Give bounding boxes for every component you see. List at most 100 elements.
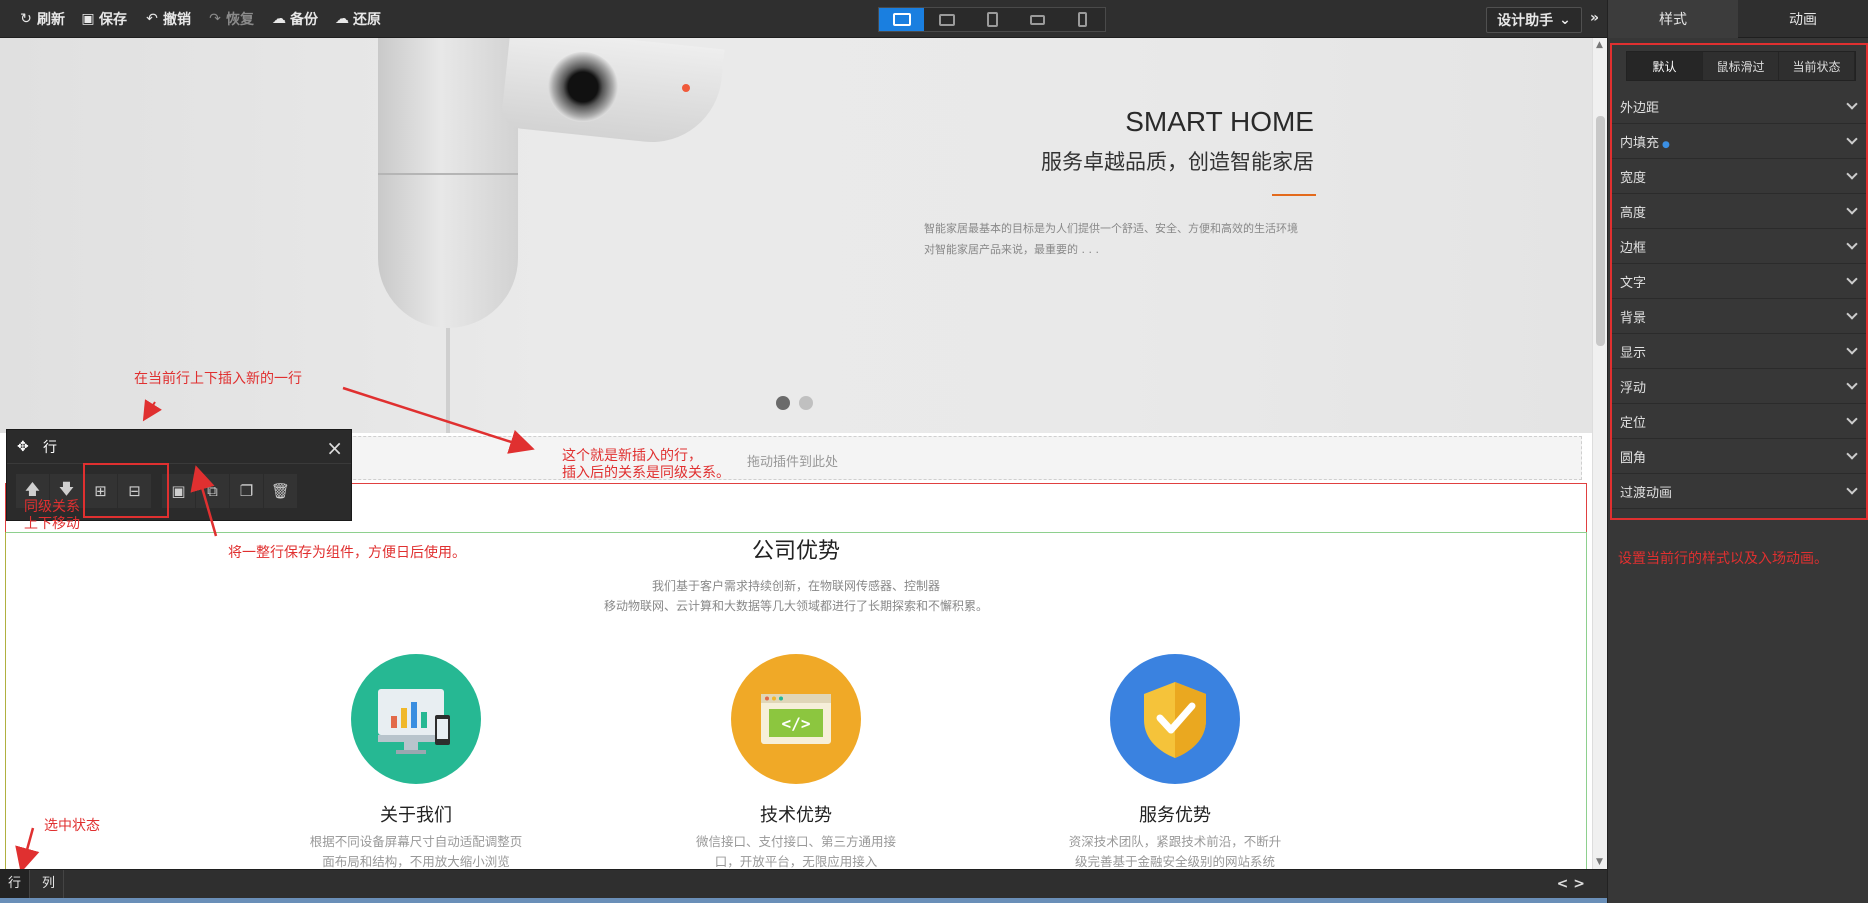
prop-position[interactable]: 定位 bbox=[1612, 404, 1866, 439]
chevron-down-icon bbox=[1846, 308, 1858, 320]
cloud-download-icon: ☁ bbox=[335, 11, 349, 27]
state-current[interactable]: 当前状态 bbox=[1779, 52, 1855, 80]
svg-text:</>: </> bbox=[782, 714, 811, 733]
prop-radius[interactable]: 圆角 bbox=[1612, 439, 1866, 474]
device-desktop[interactable] bbox=[879, 8, 925, 31]
move-icon[interactable]: ✥ bbox=[17, 439, 33, 455]
top-toolbar: ↻ 刷新 ▣ 保存 ↶ 撤销 ↷ 恢复 ☁ 备份 ☁ 还原 设计助手 ⌄ » bbox=[0, 0, 1607, 38]
annotation-selected: 选中状态 bbox=[44, 818, 100, 834]
style-panel: 样式 动画 默认 鼠标滑过 当前状态 外边距 内填充 ● 宽度 高度 边框 文字 … bbox=[1607, 0, 1868, 903]
close-icon[interactable]: × bbox=[326, 436, 343, 460]
device-tablet-landscape[interactable] bbox=[924, 8, 969, 31]
chevron-down-icon bbox=[1846, 448, 1858, 460]
floppy-icon: ▣ bbox=[81, 11, 95, 27]
tab-style[interactable]: 样式 bbox=[1608, 0, 1738, 38]
trash-icon: 🗑 bbox=[270, 482, 291, 500]
scroll-up-icon[interactable]: ▲ bbox=[1596, 40, 1603, 50]
annotation-insert-row: 在当前行上下插入新的一行 bbox=[134, 371, 302, 387]
chevron-down-icon bbox=[1846, 483, 1858, 495]
prop-text[interactable]: 文字 bbox=[1612, 264, 1866, 299]
chevron-down-icon bbox=[1846, 273, 1858, 285]
annotation-box-insert bbox=[83, 463, 169, 518]
device-switcher bbox=[878, 7, 1106, 32]
chevron-down-icon: ⌄ bbox=[1559, 12, 1571, 28]
device-tablet-portrait[interactable] bbox=[969, 8, 1014, 31]
scroll-thumb[interactable] bbox=[1596, 116, 1605, 346]
paste-button[interactable]: ❐ bbox=[230, 474, 264, 508]
state-default[interactable]: 默认 bbox=[1627, 52, 1703, 80]
prop-background[interactable]: 背景 bbox=[1612, 299, 1866, 334]
chevron-down-icon bbox=[1846, 168, 1858, 180]
banner-title: SMART HOME bbox=[1125, 106, 1314, 137]
monitor-chart-icon bbox=[351, 654, 481, 784]
prop-width[interactable]: 宽度 bbox=[1612, 159, 1866, 194]
refresh-icon: ↻ bbox=[20, 11, 32, 27]
slider-dot[interactable] bbox=[776, 396, 790, 410]
phone-portrait-icon bbox=[1077, 12, 1087, 27]
copy-icon: ⧉ bbox=[207, 482, 218, 500]
prop-float[interactable]: 浮动 bbox=[1612, 369, 1866, 404]
annotation-new-row: 这个就是新插入的行， 插入后的关系是同级关系。 bbox=[562, 448, 730, 481]
banner-divider bbox=[1272, 194, 1316, 196]
annotation-style-note: 设置当前行的样式以及入场动画。 bbox=[1618, 551, 1828, 567]
chevron-down-icon bbox=[1846, 98, 1858, 110]
tablet-portrait-icon bbox=[986, 12, 998, 27]
state-hover[interactable]: 鼠标滑过 bbox=[1703, 52, 1779, 80]
refresh-button[interactable]: ↻ 刷新 bbox=[18, 9, 65, 29]
undo-button[interactable]: ↶ 撤销 bbox=[144, 9, 191, 29]
editor-window: { "toolbar": { "refresh": "刷新", "save": … bbox=[0, 0, 1868, 903]
prop-padding[interactable]: 内填充 ● bbox=[1612, 124, 1866, 159]
feature-tech: </> 技术优势 微信接口、支付接口、第三方通用接 口，开放平台，无限应用接入 bbox=[666, 654, 926, 869]
chevron-down-icon bbox=[1846, 203, 1858, 215]
slider-dots bbox=[776, 396, 813, 410]
row-panel-title: 行 bbox=[43, 439, 57, 456]
style-props-list: 外边距 内填充 ● 宽度 高度 边框 文字 背景 显示 浮动 定位 圆角 过渡动画 bbox=[1612, 89, 1866, 509]
redo-icon: ↷ bbox=[209, 11, 221, 27]
restore-button[interactable]: ☁ 还原 bbox=[334, 9, 381, 29]
phone-landscape-icon bbox=[1029, 14, 1045, 25]
copy-button[interactable]: ⧉ bbox=[196, 474, 230, 508]
chevron-down-icon bbox=[1846, 413, 1858, 425]
design-helper-dropdown[interactable]: 设计助手 ⌄ bbox=[1486, 7, 1582, 33]
tab-animation[interactable]: 动画 bbox=[1738, 0, 1868, 38]
device-phone-portrait[interactable] bbox=[1060, 8, 1105, 31]
paste-icon: ❐ bbox=[239, 482, 254, 500]
prop-display[interactable]: 显示 bbox=[1612, 334, 1866, 369]
chevron-down-icon bbox=[1846, 378, 1858, 390]
scroll-down-icon[interactable]: ▼ bbox=[1596, 857, 1603, 867]
modified-dot-icon: ● bbox=[1662, 139, 1670, 150]
floppy-icon: ▣ bbox=[171, 482, 186, 500]
breadcrumb-row[interactable]: 行 bbox=[0, 870, 31, 898]
chevron-down-icon bbox=[1846, 343, 1858, 355]
cloud-upload-icon: ☁ bbox=[272, 11, 286, 27]
slider-dot[interactable] bbox=[799, 396, 813, 410]
desktop-icon bbox=[892, 13, 911, 26]
tablet-landscape-icon bbox=[938, 13, 955, 26]
prop-height[interactable]: 高度 bbox=[1612, 194, 1866, 229]
feature-about: 关于我们 根据不同设备屏幕尺寸自动适配调整页 面布局和结构，不用放大缩小浏览 bbox=[286, 654, 546, 869]
redo-button[interactable]: ↷ 恢复 bbox=[207, 9, 254, 29]
delete-button[interactable]: 🗑 bbox=[264, 474, 298, 508]
collapse-panel-button[interactable]: » bbox=[1590, 10, 1599, 26]
banner-subtitle: 服务卓越品质，创造智能家居 bbox=[1041, 150, 1314, 174]
state-switcher: 默认 鼠标滑过 当前状态 bbox=[1626, 51, 1856, 81]
banner-desc: 智能家居最基本的目标是为人们提供一个舒适、安全、方便和高效的生活环境 对智能家居… bbox=[924, 222, 1298, 256]
device-phone-landscape[interactable] bbox=[1015, 8, 1060, 31]
shield-check-icon bbox=[1110, 654, 1240, 784]
chevron-down-icon bbox=[1846, 238, 1858, 250]
code-toggle-icon[interactable]: < > bbox=[1557, 876, 1585, 892]
page-canvas: SMART HOME 服务卓越品质，创造智能家居 智能家居最基本的目标是为人们提… bbox=[0, 38, 1592, 869]
save-button[interactable]: ▣ 保存 bbox=[80, 9, 127, 29]
prop-margin[interactable]: 外边距 bbox=[1612, 89, 1866, 124]
style-props-box: 默认 鼠标滑过 当前状态 外边距 内填充 ● 宽度 高度 边框 文字 背景 显示 … bbox=[1610, 43, 1868, 520]
canvas-scrollbar[interactable]: ▲ ▼ bbox=[1592, 38, 1607, 869]
prop-transition[interactable]: 过渡动画 bbox=[1612, 474, 1866, 509]
undo-icon: ↶ bbox=[146, 11, 158, 27]
annotation-save-component: 将一整行保存为组件，方便日后使用。 bbox=[228, 545, 466, 561]
annotation-sibling: 同级关系 上下移动 bbox=[24, 499, 80, 532]
backup-button[interactable]: ☁ 备份 bbox=[271, 9, 318, 29]
chevron-down-icon bbox=[1846, 133, 1858, 145]
section-desc: 我们基于客户需求持续创新，在物联网传感器、控制器 移动物联网、云计算和大数据等几… bbox=[603, 579, 988, 613]
prop-border[interactable]: 边框 bbox=[1612, 229, 1866, 264]
breadcrumb-col[interactable]: 列 bbox=[34, 870, 65, 898]
